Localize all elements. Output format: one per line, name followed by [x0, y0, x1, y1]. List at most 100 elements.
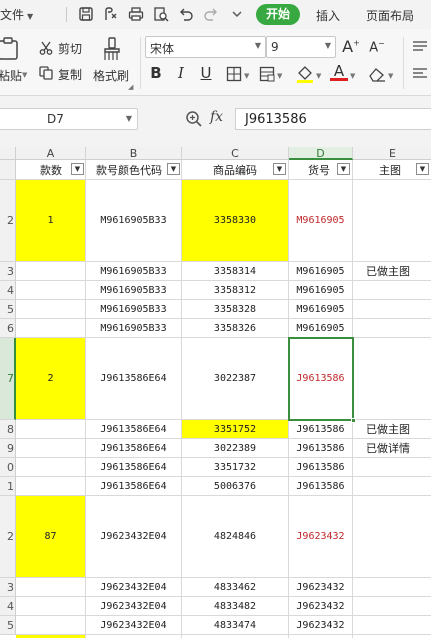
- cell[interactable]: 3358312: [182, 281, 289, 300]
- header-cell-c[interactable]: 商品编码 ▼: [182, 160, 289, 180]
- expand-icon[interactable]: ◢: [128, 83, 133, 91]
- cell[interactable]: 3358326: [182, 319, 289, 338]
- cell[interactable]: M9616905: [289, 300, 353, 319]
- cell[interactable]: [16, 597, 86, 616]
- paste-button[interactable]: 粘贴: [0, 67, 22, 84]
- increase-font-size-button[interactable]: A+: [342, 37, 360, 56]
- column-header-a[interactable]: A: [16, 147, 86, 160]
- insert-function-button[interactable]: fx: [210, 109, 223, 125]
- format-painter-icon[interactable]: [101, 37, 123, 61]
- cell[interactable]: J9613586: [289, 439, 353, 458]
- chevron-down-icon[interactable]: ▼: [22, 71, 27, 79]
- copy-button[interactable]: 复制: [58, 66, 82, 83]
- cell[interactable]: J9613586E64: [86, 439, 182, 458]
- row-header[interactable]: 5: [0, 616, 16, 635]
- align-left-icon[interactable]: [412, 68, 428, 80]
- header-cell-d[interactable]: 货号 ▼: [289, 160, 353, 180]
- cell[interactable]: 已做主图: [353, 420, 431, 439]
- more-icon[interactable]: [229, 6, 245, 22]
- cell[interactable]: 已做详情: [353, 439, 431, 458]
- cell[interactable]: [16, 319, 86, 338]
- merge-cells-icon[interactable]: [259, 66, 275, 82]
- row-header[interactable]: 7: [0, 338, 16, 420]
- column-header-d[interactable]: D: [289, 147, 353, 160]
- cell[interactable]: 3351732: [182, 458, 289, 477]
- spreadsheet-grid[interactable]: A B C D E 2 3 4 5 6 7 8 9 0 1 2 3 4 5 款数…: [0, 147, 431, 638]
- cell[interactable]: 4833474: [182, 616, 289, 635]
- borders-icon[interactable]: [226, 66, 242, 82]
- cell[interactable]: 已做主图: [353, 262, 431, 281]
- row-header[interactable]: 8: [0, 420, 16, 439]
- export-pdf-icon[interactable]: [103, 6, 119, 22]
- fill-color-icon[interactable]: [296, 64, 314, 84]
- filter-dropdown-icon[interactable]: ▼: [416, 163, 429, 175]
- cell[interactable]: M9616905B33: [86, 180, 182, 262]
- cell[interactable]: M9616905B33: [86, 319, 182, 338]
- undo-icon[interactable]: [178, 6, 194, 22]
- cell[interactable]: J9613586: [289, 420, 353, 439]
- cell[interactable]: J9623432: [289, 597, 353, 616]
- header-cell-b[interactable]: 款号颜色代码 ▼: [86, 160, 182, 180]
- cell[interactable]: J9613586E64: [86, 477, 182, 496]
- cell[interactable]: 3022387: [182, 338, 289, 420]
- chevron-down-icon[interactable]: ▼: [277, 72, 282, 80]
- cell[interactable]: 3022389: [182, 439, 289, 458]
- chevron-down-icon[interactable]: ▼: [388, 72, 393, 80]
- cell[interactable]: [353, 458, 431, 477]
- filter-dropdown-icon[interactable]: ▼: [273, 163, 286, 175]
- copy-icon[interactable]: [39, 66, 53, 80]
- cell[interactable]: 4833462: [182, 578, 289, 597]
- save-icon[interactable]: [78, 6, 94, 22]
- chevron-down-icon[interactable]: ▼: [244, 72, 249, 80]
- row-header[interactable]: 3: [0, 262, 16, 281]
- cell[interactable]: J9623432E04: [86, 616, 182, 635]
- cell[interactable]: 3351752: [182, 420, 289, 439]
- cell[interactable]: J9623432E04: [86, 578, 182, 597]
- cell[interactable]: 1: [16, 180, 86, 262]
- cell[interactable]: M9616905: [289, 319, 353, 338]
- cell[interactable]: J9613586E64: [86, 420, 182, 439]
- italic-button[interactable]: I: [172, 64, 190, 82]
- row-header[interactable]: 6: [0, 319, 16, 338]
- format-painter-button[interactable]: 格式刷: [93, 67, 129, 84]
- tab-insert[interactable]: 插入: [316, 7, 340, 24]
- underline-button[interactable]: U: [197, 64, 215, 82]
- select-all-corner[interactable]: [0, 147, 16, 160]
- tab-home[interactable]: 开始: [256, 4, 300, 25]
- cell[interactable]: J9613586E64: [86, 338, 182, 420]
- cell[interactable]: [16, 616, 86, 635]
- align-top-icon[interactable]: [412, 41, 428, 53]
- column-header-b[interactable]: B: [86, 147, 182, 160]
- row-header[interactable]: 4: [0, 597, 16, 616]
- cell[interactable]: [353, 496, 431, 578]
- print-preview-icon[interactable]: [153, 6, 169, 22]
- cell[interactable]: 3358314: [182, 262, 289, 281]
- row-header[interactable]: 2: [0, 180, 16, 262]
- cell[interactable]: 3358330: [182, 180, 289, 262]
- cell[interactable]: [16, 300, 86, 319]
- font-color-button[interactable]: A: [330, 62, 348, 81]
- cell[interactable]: [353, 477, 431, 496]
- chevron-down-icon[interactable]: ▼: [316, 72, 321, 80]
- cell[interactable]: [16, 439, 86, 458]
- header-cell-e[interactable]: 主图 ▼: [353, 160, 431, 180]
- font-size-select[interactable]: 9 ▼: [266, 36, 336, 58]
- cell[interactable]: 4833482: [182, 597, 289, 616]
- eraser-icon[interactable]: [368, 66, 386, 82]
- filter-dropdown-icon[interactable]: ▼: [71, 163, 84, 175]
- column-header-e[interactable]: E: [353, 147, 431, 160]
- print-icon[interactable]: [128, 6, 144, 22]
- cell[interactable]: J9623432: [289, 496, 353, 578]
- cell[interactable]: [353, 616, 431, 635]
- cell[interactable]: M9616905: [289, 180, 353, 262]
- cell[interactable]: M9616905B33: [86, 262, 182, 281]
- cell[interactable]: M9616905B33: [86, 300, 182, 319]
- column-header-c[interactable]: C: [182, 147, 289, 160]
- chevron-down-icon[interactable]: ▼: [350, 72, 355, 80]
- redo-icon[interactable]: [203, 6, 219, 22]
- tab-page-layout[interactable]: 页面布局: [366, 7, 414, 24]
- cell[interactable]: [16, 578, 86, 597]
- name-box[interactable]: D7 ▼: [0, 108, 138, 130]
- cut-button[interactable]: 剪切: [58, 40, 82, 57]
- row-header[interactable]: 1: [0, 477, 16, 496]
